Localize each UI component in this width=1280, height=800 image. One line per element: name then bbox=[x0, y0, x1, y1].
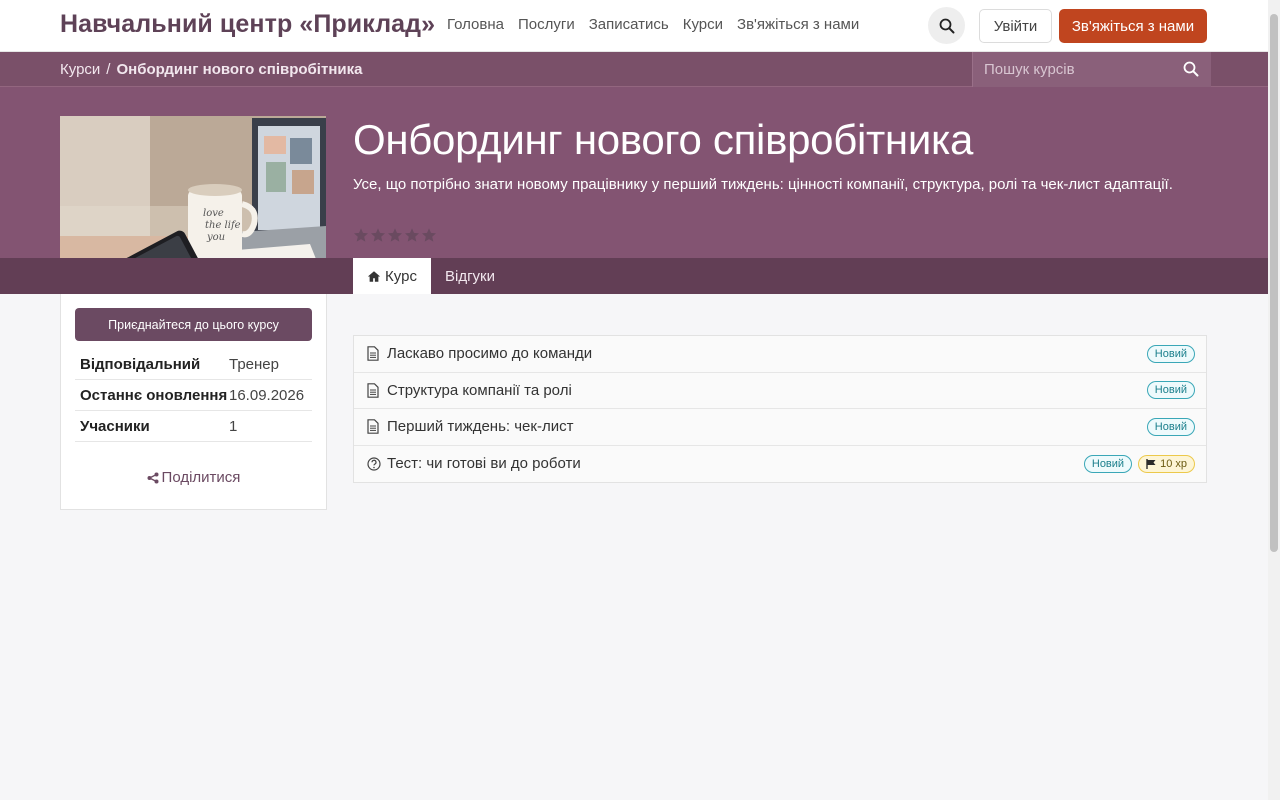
course-search-input[interactable] bbox=[984, 61, 1179, 78]
search-button[interactable] bbox=[928, 7, 965, 44]
course-search bbox=[972, 52, 1211, 87]
list-item-title: Тест: чи готові ви до роботи bbox=[387, 455, 581, 473]
breadcrumb: Курси / Онбординг нового співробітника bbox=[60, 61, 362, 78]
course-hero: Курси / Онбординг нового співробітника П… bbox=[0, 52, 1268, 294]
star-icon bbox=[405, 228, 419, 242]
login-button[interactable]: Увійти bbox=[979, 9, 1052, 43]
flag-icon bbox=[1146, 458, 1156, 469]
share-label: Поділитися bbox=[161, 469, 241, 486]
svg-text:love: love bbox=[203, 208, 224, 219]
list-item-title: Ласкаво просимо до команди bbox=[387, 345, 593, 363]
breadcrumb-current: Онбординг нового співробітника bbox=[116, 61, 363, 78]
document-icon bbox=[367, 346, 381, 362]
new-badge: Новий bbox=[1146, 344, 1195, 363]
breadcrumb-separator: / bbox=[106, 61, 111, 78]
tab-course[interactable]: Курс bbox=[353, 258, 431, 294]
star-icon bbox=[371, 228, 385, 242]
home-icon bbox=[367, 270, 381, 282]
info-label: Відповідальний bbox=[80, 355, 201, 373]
join-course-button[interactable]: Приєднайтеся до цього курсу bbox=[75, 308, 312, 341]
new-badge: Новий bbox=[1146, 417, 1195, 436]
svg-text:the life: the life bbox=[205, 220, 241, 231]
new-badge: Новий bbox=[1146, 381, 1195, 400]
xp-value: 10 xp bbox=[1160, 457, 1187, 470]
course-title: Онбординг нового співробітника bbox=[353, 116, 974, 163]
page-scrollbar[interactable] bbox=[1268, 0, 1280, 800]
contact-button[interactable]: Зв'яжіться з нами bbox=[1059, 9, 1207, 43]
course-description: Усе, що потрібно знати новому працівнику… bbox=[353, 176, 1173, 193]
document-icon bbox=[367, 419, 381, 435]
page-scrollbar-thumb[interactable] bbox=[1270, 14, 1278, 552]
document-icon bbox=[367, 382, 381, 398]
course-rating[interactable] bbox=[353, 227, 437, 243]
star-icon bbox=[422, 228, 436, 242]
new-badge: Новий bbox=[1083, 454, 1133, 473]
list-item[interactable]: Тест: чи готові ви до роботи Новий 10 xp bbox=[354, 445, 1206, 482]
info-label: Останнє оновлення bbox=[80, 386, 228, 404]
list-item[interactable]: Структура компанії та ролі Новий bbox=[354, 372, 1206, 409]
share-icon bbox=[147, 472, 159, 483]
list-item[interactable]: Перший тиждень: чек-лист Новий bbox=[354, 409, 1206, 446]
course-content-list: Ласкаво просимо до команди Новий Структу… bbox=[353, 335, 1207, 483]
question-circle-icon bbox=[367, 456, 381, 472]
star-icon bbox=[388, 228, 402, 242]
info-value: 1 bbox=[229, 417, 238, 435]
list-item-title: Перший тиждень: чек-лист bbox=[387, 418, 574, 436]
list-item-title: Структура компанії та ролі bbox=[387, 381, 572, 399]
top-navbar: Навчальний центр «Приклад» Головна Послу… bbox=[0, 0, 1268, 52]
share-link[interactable]: Поділитися bbox=[61, 469, 326, 486]
list-item[interactable]: Ласкаво просимо до команди Новий bbox=[354, 336, 1206, 373]
xp-badge: 10 xp bbox=[1138, 454, 1195, 473]
course-sidebar: Приєднайтеся до цього курсу Відповідальн… bbox=[60, 294, 327, 510]
menu-item-contact[interactable]: Зв'яжіться з нами bbox=[737, 16, 859, 33]
breadcrumb-bar: Курси / Онбординг нового співробітника bbox=[0, 52, 1268, 87]
course-tabs bbox=[0, 258, 1268, 294]
menu-item-courses[interactable]: Курси bbox=[683, 16, 723, 33]
info-value: 16.09.2026 bbox=[229, 386, 305, 404]
svg-text:you: you bbox=[206, 232, 225, 243]
search-icon[interactable] bbox=[1183, 61, 1199, 77]
menu-item-signup[interactable]: Записатись bbox=[589, 16, 669, 33]
tab-course-label: Курс bbox=[385, 267, 417, 285]
tab-reviews[interactable]: Відгуки bbox=[445, 258, 495, 294]
breadcrumb-link-courses[interactable]: Курси bbox=[60, 61, 100, 78]
info-row-last-update: Останнє оновлення 16.09.2026 bbox=[75, 380, 312, 411]
info-value: Тренер bbox=[229, 355, 279, 373]
menu-item-home[interactable]: Головна bbox=[447, 16, 504, 33]
star-icon bbox=[354, 228, 368, 242]
brand-logo[interactable]: Навчальний центр «Приклад» bbox=[60, 10, 435, 39]
info-row-responsible: Відповідальний Тренер bbox=[75, 349, 312, 380]
info-row-participants: Учасники 1 bbox=[75, 411, 312, 442]
main-menu: Головна Послуги Записатись Курси Зв'яжіт… bbox=[447, 16, 859, 33]
info-label: Учасники bbox=[80, 417, 150, 435]
search-icon bbox=[939, 18, 954, 33]
menu-item-services[interactable]: Послуги bbox=[518, 16, 575, 33]
